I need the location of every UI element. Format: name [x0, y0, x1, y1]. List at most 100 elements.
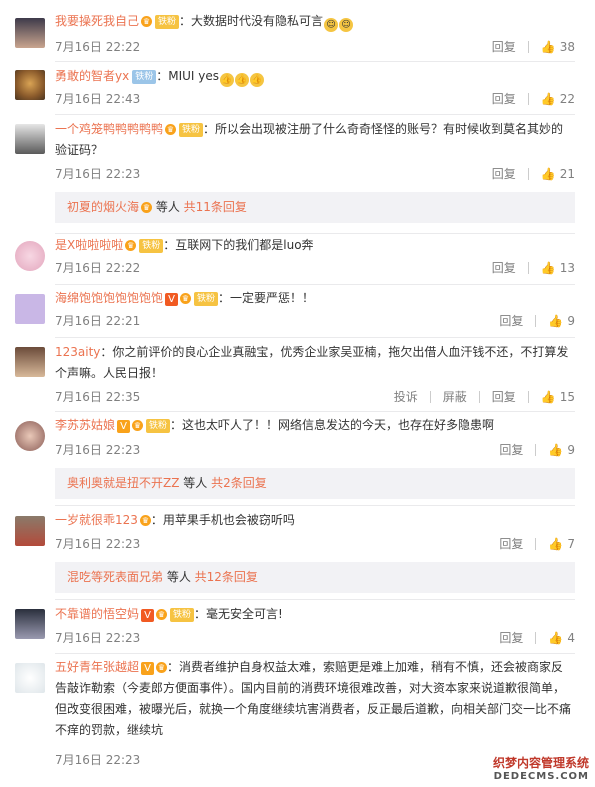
avatar[interactable]	[15, 70, 45, 100]
timestamp: 7月16日 22:23	[55, 443, 141, 457]
divider	[535, 443, 537, 456]
like-count: 9	[567, 442, 575, 457]
reply-button[interactable]: 回复	[492, 38, 516, 55]
thumbs-up-icon[interactable]: 👍	[541, 40, 556, 54]
avatar[interactable]	[15, 294, 45, 324]
thumbs-emoji-icon: 👍	[250, 73, 265, 87]
fan-badge[interactable]: 铁粉	[155, 15, 180, 29]
comment-text: ：用苹果手机也会被窃听吗	[150, 513, 295, 527]
thumbs-up-icon[interactable]: 👍	[548, 537, 563, 551]
comment-text: ：你之前评价的良心企业真融宝，优秀企业家吴亚楠，拖欠出借人血汗钱不还，不打算发个…	[55, 345, 569, 380]
thumbs-up-icon[interactable]: 👍	[541, 390, 556, 404]
avatar[interactable]	[15, 663, 45, 693]
timestamp: 7月16日 22:23	[55, 753, 141, 767]
block-button[interactable]: 屏蔽	[443, 388, 467, 405]
like-count: 21	[559, 166, 575, 181]
username[interactable]: 勇敢的智者yx	[55, 69, 129, 83]
username[interactable]: 是X啦啦啦啦	[55, 238, 123, 252]
username[interactable]: 我要操死我自己	[55, 14, 139, 28]
fan-badge[interactable]: 铁粉	[170, 608, 195, 622]
vip-icon: ♛	[156, 662, 168, 673]
divider	[55, 114, 575, 115]
verified-v-icon: V	[141, 662, 155, 675]
username[interactable]: 123aity	[55, 345, 100, 359]
timestamp: 7月16日 22:35	[55, 390, 141, 404]
watermark-line2: DEDECMS.COM	[493, 771, 589, 782]
sub-reply-user[interactable]: 初夏的烟火海	[67, 200, 139, 214]
reply-button[interactable]: 回复	[492, 259, 516, 276]
reply-button[interactable]: 回复	[499, 535, 523, 552]
divider	[527, 92, 529, 105]
comment-text: ：大数据时代没有隐私可言	[179, 14, 324, 28]
avatar[interactable]	[15, 421, 45, 451]
username[interactable]: 李苏苏姑娘	[55, 418, 115, 432]
reply-button[interactable]: 回复	[499, 629, 523, 646]
avatar[interactable]	[15, 124, 45, 154]
timestamp: 7月16日 22:22	[55, 40, 141, 54]
vip-icon: ♛	[132, 420, 144, 431]
timestamp: 7月16日 22:43	[55, 92, 141, 106]
vip-icon: ♛	[139, 515, 151, 526]
thumbs-up-icon[interactable]: 👍	[548, 631, 563, 645]
avatar[interactable]	[15, 241, 45, 271]
avatar[interactable]	[15, 347, 45, 377]
divider	[55, 653, 575, 654]
username[interactable]: 海绵饱饱饱饱饱饱饱	[55, 291, 163, 305]
avatar[interactable]	[15, 18, 45, 48]
more-replies-link[interactable]: 共12条回复	[195, 570, 258, 584]
divider	[55, 599, 575, 600]
more-replies-link[interactable]: 共11条回复	[184, 200, 247, 214]
vip-icon: ♛	[141, 202, 153, 213]
divider	[527, 40, 529, 53]
fan-badge[interactable]: 铁粉	[194, 292, 219, 306]
reply-button[interactable]: 回复	[492, 165, 516, 182]
like-count: 38	[559, 39, 575, 54]
verified-v-icon: V	[141, 609, 155, 622]
avatar[interactable]	[15, 516, 45, 546]
divider	[55, 233, 575, 234]
fan-badge[interactable]: 铁粉	[132, 70, 157, 84]
comment-feed: 我要操死我自己 ♛ 铁粉 ：大数据时代没有隐私可言 ☺ ☺ 7月16日 22:22 回复 …	[0, 0, 595, 787]
timestamp: 7月16日 22:23	[55, 631, 141, 645]
username[interactable]: 不靠谱的悟空妈	[55, 607, 139, 621]
fan-badge[interactable]: 铁粉	[139, 239, 164, 253]
thumbs-up-icon[interactable]: 👍	[541, 261, 556, 275]
divider	[527, 261, 529, 274]
divider	[527, 167, 529, 180]
thumbs-up-icon[interactable]: 👍	[548, 443, 563, 457]
sub-reply-user[interactable]: 混吃等死表面兄弟	[67, 570, 163, 584]
reply-button[interactable]: 回复	[492, 90, 516, 107]
divider	[55, 411, 575, 412]
username[interactable]: 一个鸡笼鸭鸭鸭鸭鸭	[55, 122, 163, 136]
sub-reply-user[interactable]: 奥利奥就是扭不开ZZ	[67, 476, 179, 490]
sub-replies-bar[interactable]: 混吃等死表面兄弟 等人 共12条回复	[55, 562, 575, 593]
watermark: 织梦内容管理系统 DEDECMS.COM	[493, 756, 589, 784]
like-count: 15	[559, 389, 575, 404]
timestamp: 7月16日 22:23	[55, 167, 141, 181]
thumbs-up-icon[interactable]: 👍	[548, 314, 563, 328]
timestamp: 7月16日 22:22	[55, 261, 141, 275]
divider	[535, 314, 537, 327]
fan-badge[interactable]: 铁粉	[179, 123, 204, 137]
sub-reply-mid: 等人	[179, 476, 212, 490]
sub-replies-bar[interactable]: 奥利奥就是扭不开ZZ 等人 共2条回复	[55, 468, 575, 499]
more-replies-link[interactable]: 共2条回复	[211, 476, 267, 490]
timestamp: 7月16日 22:21	[55, 314, 141, 328]
watermark-line1: 织梦内容管理系统	[492, 756, 589, 770]
username[interactable]: 五好青年张越超	[55, 660, 139, 674]
reply-button[interactable]: 回复	[499, 441, 523, 458]
reply-button[interactable]: 回复	[492, 388, 516, 405]
username[interactable]: 一岁就很乖123	[55, 513, 138, 527]
thumbs-up-icon[interactable]: 👍	[541, 92, 556, 106]
thumbs-up-icon[interactable]: 👍	[541, 167, 556, 181]
complain-button[interactable]: 投诉	[394, 388, 418, 405]
like-count: 9	[567, 313, 575, 328]
divider	[55, 505, 575, 506]
like-count: 7	[567, 536, 575, 551]
avatar[interactable]	[15, 609, 45, 639]
reply-button[interactable]: 回复	[499, 312, 523, 329]
sub-replies-bar[interactable]: 初夏的烟火海 ♛ 等人 共11条回复	[55, 192, 575, 223]
fan-badge[interactable]: 铁粉	[146, 419, 171, 433]
comment-text: ：MIUI yes	[156, 69, 220, 83]
vip-icon: ♛	[180, 293, 192, 304]
